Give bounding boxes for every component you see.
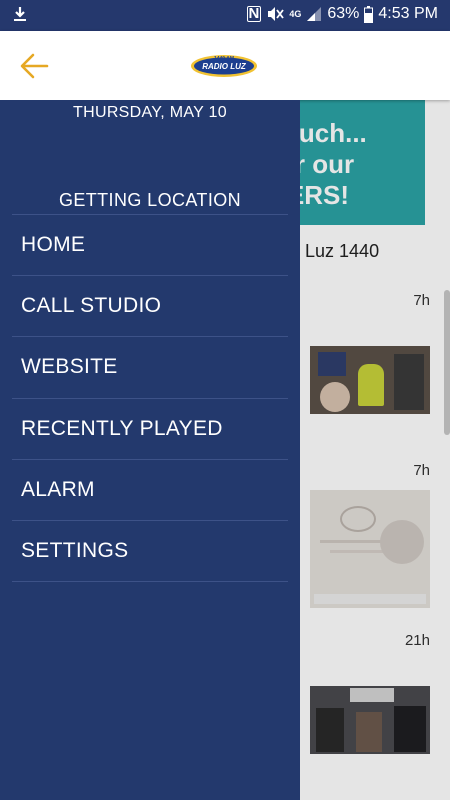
drawer-menu: HOME CALL STUDIO WEBSITE RECENTLY PLAYED… bbox=[12, 214, 288, 583]
navigation-drawer: THURSDAY, MAY 10 GETTING LOCATION HOME C… bbox=[0, 100, 300, 800]
clock: 4:53 PM bbox=[378, 5, 438, 22]
radio-luz-logo: 1440 AM RADIO LUZ bbox=[191, 55, 257, 77]
mute-icon bbox=[268, 7, 285, 21]
nfc-icon: N bbox=[246, 5, 262, 22]
signal-icon bbox=[307, 7, 322, 21]
menu-item-call-studio[interactable]: CALL STUDIO bbox=[12, 276, 288, 338]
download-icon bbox=[14, 7, 26, 21]
menu-item-settings[interactable]: SETTINGS bbox=[12, 521, 288, 583]
menu-item-alarm[interactable]: ALARM bbox=[12, 460, 288, 521]
network-type-label: 4G bbox=[289, 9, 302, 19]
menu-item-home[interactable]: HOME bbox=[12, 215, 288, 277]
battery-icon bbox=[364, 5, 374, 23]
menu-item-recently-played[interactable]: RECENTLY PLAYED bbox=[12, 399, 288, 460]
arrow-left-icon[interactable] bbox=[19, 53, 49, 79]
app-header: 1440 AM RADIO LUZ bbox=[0, 31, 450, 100]
svg-text:RADIO LUZ: RADIO LUZ bbox=[202, 62, 247, 71]
battery-percent: 63% bbox=[327, 5, 360, 22]
status-bar: N 4G 63% 4:53 PM bbox=[0, 0, 450, 31]
drawer-date: THURSDAY, MAY 10 bbox=[73, 104, 227, 121]
menu-item-website[interactable]: WEBSITE bbox=[12, 337, 288, 399]
drawer-location-status: GETTING LOCATION bbox=[58, 190, 242, 210]
